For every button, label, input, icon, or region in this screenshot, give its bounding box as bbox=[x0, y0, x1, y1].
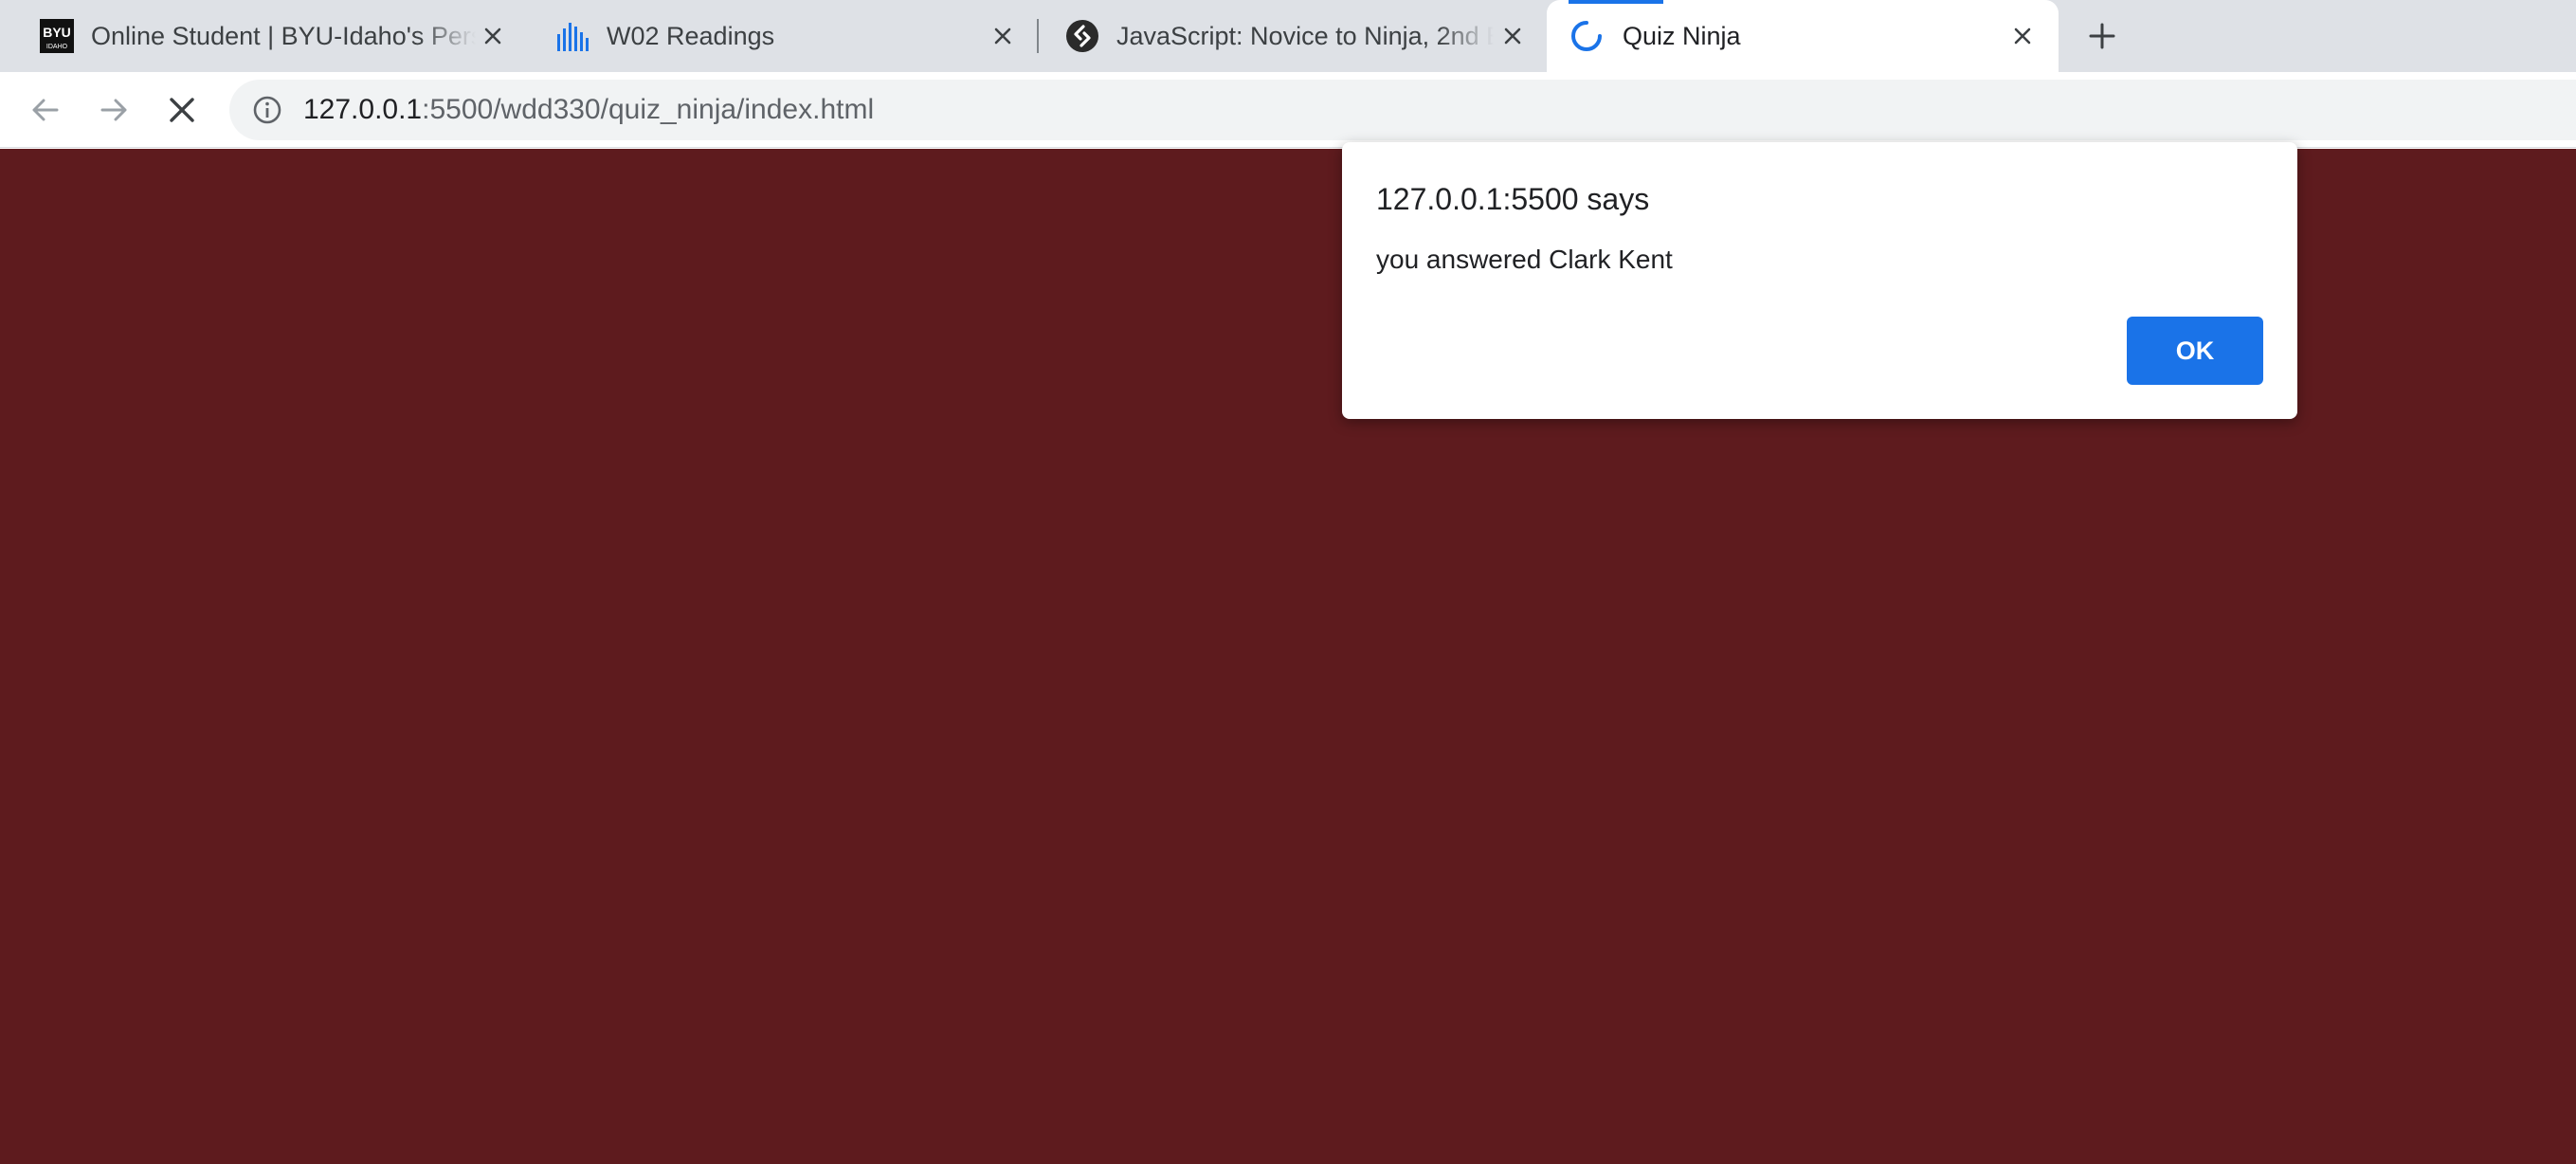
byu-idaho-logo-icon: BYU IDAHO bbox=[40, 19, 74, 53]
sitepoint-icon bbox=[1065, 19, 1099, 53]
alert-title: 127.0.0.1:5500 says bbox=[1376, 182, 1650, 216]
tab-title: Online Student | BYU-Idaho's Personal Le… bbox=[91, 22, 476, 50]
tab-javascript-novice-to-ninja[interactable]: JavaScript: Novice to Ninja, 2nd Edition bbox=[1041, 0, 1545, 72]
close-icon[interactable] bbox=[476, 19, 510, 53]
tab-separator bbox=[1037, 19, 1039, 53]
tab-title: JavaScript: Novice to Ninja, 2nd Edition bbox=[1116, 22, 1494, 50]
browser-toolbar: 127.0.0.1:5500/wdd330/quiz_ninja/index.h… bbox=[0, 72, 2576, 148]
close-icon[interactable] bbox=[1496, 19, 1530, 53]
close-icon[interactable] bbox=[2005, 19, 2040, 53]
new-tab-button[interactable] bbox=[2083, 17, 2121, 55]
tab-strip: BYU IDAHO Online Student | BYU-Idaho's P… bbox=[0, 0, 2576, 72]
back-arrow-icon bbox=[32, 99, 59, 121]
tab-title: Quiz Ninja bbox=[1623, 22, 1741, 50]
tab-quiz-ninja[interactable]: Quiz Ninja bbox=[1547, 0, 2059, 72]
bar-chart-icon bbox=[555, 19, 590, 53]
forward-arrow-icon bbox=[100, 99, 127, 121]
tab-online-student[interactable]: BYU IDAHO Online Student | BYU-Idaho's P… bbox=[15, 0, 527, 72]
svg-text:BYU: BYU bbox=[43, 25, 71, 40]
tab-title: W02 Readings bbox=[607, 22, 775, 50]
tab-loading-indicator bbox=[1569, 0, 1663, 4]
url-path: :5500/wdd330/quiz_ninja/index.html bbox=[422, 94, 875, 125]
alert-dialog: 127.0.0.1:5500 says you answered Clark K… bbox=[1342, 142, 2297, 419]
plus-icon bbox=[2089, 23, 2115, 49]
alert-message: you answered Clark Kent bbox=[1376, 245, 1673, 274]
info-icon[interactable] bbox=[252, 95, 282, 125]
svg-text:IDAHO: IDAHO bbox=[46, 44, 68, 50]
stop-loading-button[interactable] bbox=[163, 91, 201, 129]
forward-button[interactable] bbox=[95, 91, 133, 129]
tab-w02-readings[interactable]: W02 Readings bbox=[531, 0, 1035, 72]
address-bar[interactable]: 127.0.0.1:5500/wdd330/quiz_ninja/index.h… bbox=[229, 80, 2576, 140]
url-host: 127.0.0.1 bbox=[303, 94, 423, 125]
back-button[interactable] bbox=[27, 91, 64, 129]
stop-loading-icon bbox=[170, 98, 194, 122]
url-text: 127.0.0.1:5500/wdd330/quiz_ninja/index.h… bbox=[303, 80, 874, 140]
ok-button[interactable]: OK bbox=[2127, 317, 2263, 385]
close-icon[interactable] bbox=[986, 19, 1020, 53]
loading-spinner-icon bbox=[1569, 19, 1604, 53]
